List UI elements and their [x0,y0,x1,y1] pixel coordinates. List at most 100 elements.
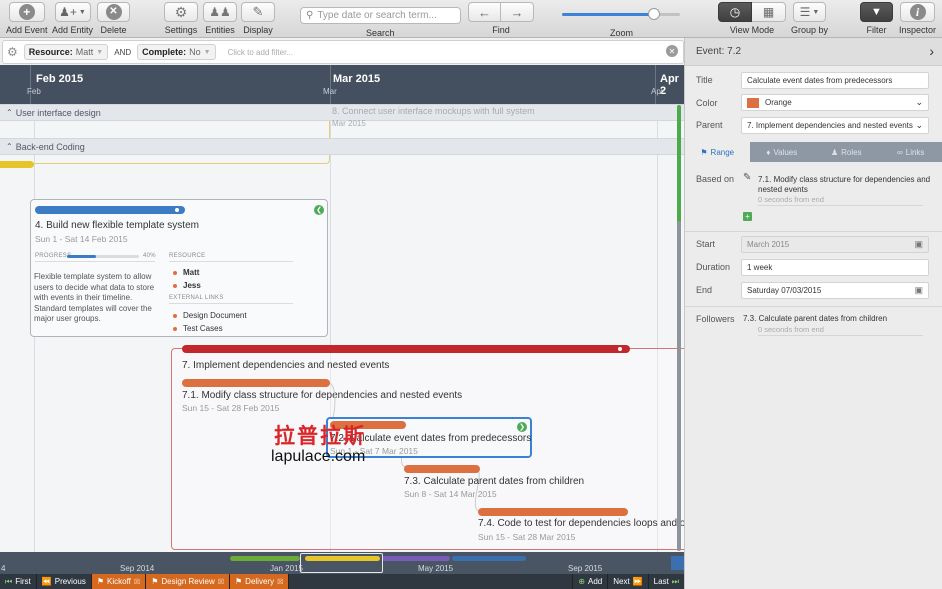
chevron-right-icon[interactable]: › [929,43,934,59]
event-73-title: 7.3. Calculate parent dates from childre… [404,476,585,487]
watermark-chinese: 拉普拉斯 [274,423,366,448]
minimap-segment [382,556,450,561]
next-button[interactable]: Next ⏩ [608,574,649,589]
filter-button[interactable]: ▼ Filter [860,2,893,35]
add-dependency-icon[interactable]: + [743,212,752,221]
info-icon: i [909,4,926,20]
people-icon: ♟ [830,147,839,157]
clock-icon: ◷ [729,5,741,19]
zoom-fill [562,13,655,16]
plus-icon: + [18,4,35,20]
close-icon[interactable]: ☒ [218,578,224,586]
tab-roles[interactable]: ♟ Roles [814,142,879,162]
add-marker-button[interactable]: ⊕ Add [572,574,609,589]
search-icon: ⚲ [306,10,314,21]
add-person-icon: ♟+ [59,5,77,19]
grid-icon: ▦ [762,5,775,19]
link-icon: ∞ [897,147,903,157]
chevron-down-icon: ▼ [812,8,820,16]
marker-design-review[interactable]: ⚑ Design Review ☒ [146,574,230,589]
parent-select[interactable]: 7. Implement dependencies and nested eve… [741,117,929,134]
toolbar: + Add Event ♟+ ▼ Add Entity ✕ Delete ⚙ Se… [0,0,942,38]
overview-minimap[interactable]: 4 Sep 2014 Jan 2015 May 2015 Sep 2015 [0,552,684,574]
edit-icon[interactable]: ✎ [743,172,751,183]
settings-button[interactable]: ⚙ Settings [164,2,198,35]
clear-filter-icon[interactable]: ✕ [666,45,678,57]
minimap-segment [452,556,526,561]
close-icon[interactable]: ☒ [277,578,283,586]
duration-field[interactable]: 1 week [741,259,929,276]
first-button[interactable]: ⏮ First [0,574,37,589]
tab-links[interactable]: ∞ Links [879,142,942,162]
last-button[interactable]: Last ⏭ [649,574,684,589]
add-event-button[interactable]: + Add Event [6,2,48,35]
tab-values[interactable]: ♦ Values [750,142,815,162]
first-icon: ⏮ [5,576,13,586]
people-icon: ♟♟ [209,5,231,19]
event-73-date: Sun 8 - Sat 14 Mar 2015 [404,489,497,499]
funnel-icon: ▼ [871,6,882,18]
next-icon: ⏩ [632,577,643,586]
title-field[interactable]: Calculate event dates from predecessors [741,72,929,89]
end-field[interactable]: Saturday 07/03/2015 ▣ [741,282,929,299]
display-button[interactable]: ✎ Display [241,2,275,35]
inspector-tabs: ⚑ Range ♦ Values ♟ Roles ∞ Links [685,142,942,162]
group-by-button[interactable]: ☰ ▼ Group by [791,2,828,35]
bottom-navigation-bar: ⏮ First ⏪ Previous ⚑ Kickoff ☒ ⚑ Design Revie… [0,574,684,589]
find-control: ← → Find [468,2,534,35]
color-select[interactable]: Orange ⌄ [741,94,929,111]
inspector-header: Event: 7.2 › [685,38,942,66]
plus-icon: ⊕ [578,577,586,586]
followers-value[interactable]: 7.3. Calculate parent dates from childre… [743,314,887,323]
list-icon: ☰ [799,5,811,19]
minimap-viewport[interactable] [300,553,383,573]
search-input[interactable] [317,10,458,21]
find-previous-button[interactable]: ← [468,2,501,22]
flag-icon: ⚑ [700,147,708,157]
zoom-knob[interactable] [648,8,661,20]
flag-icon: ⚑ [96,577,105,586]
calendar-icon[interactable]: ▣ [914,239,923,250]
zoom-slider[interactable] [562,8,680,20]
watermark-url: lapulace.com [271,448,366,465]
start-field[interactable]: March 2015 ▣ [741,236,929,253]
entities-button[interactable]: ♟♟ Entities [203,2,237,35]
inspector-button[interactable]: i Inspector [899,2,936,35]
flag-icon: ⚑ [235,577,243,586]
calendar-icon[interactable]: ▣ [914,285,923,296]
event-74-bar[interactable] [478,508,628,516]
arrow-right-icon: → [510,4,524,20]
marker-kickoff[interactable]: ⚑ Kickoff ☒ [91,574,147,589]
tab-range[interactable]: ⚑ Range [685,142,750,162]
complete-check-icon[interactable]: ❯ [517,422,527,432]
search-field[interactable]: ⚲ [300,7,461,24]
chevron-down-icon: ▼ [96,48,104,56]
delete-button[interactable]: ✕ Delete [97,2,130,35]
resource-filter-chip[interactable]: Resource: Matt ▼ [23,44,109,60]
based-on-offset: 0 seconds from end [758,195,824,204]
find-next-button[interactable]: → [501,2,534,22]
complete-filter-chip[interactable]: Complete: No ▼ [137,44,216,60]
previous-icon: ⏪ [41,577,52,586]
followers-offset: 0 seconds from end [758,325,824,334]
grid-view-button[interactable]: ▦ [752,2,786,22]
marker-delivery[interactable]: ⚑ Delivery ☒ [230,574,290,589]
chevron-down-icon: ▼ [203,48,211,56]
tag-icon: ♦ [766,147,771,157]
gear-icon[interactable]: ⚙ [7,45,18,59]
filter-bar: ⚙ Resource: Matt ▼ AND Complete: No ▼ Cl… [2,40,684,64]
event-73-bar[interactable] [404,465,480,473]
inspector-panel: Event: 7.2 › Title Calculate event dates… [684,38,942,589]
gear-icon: ⚙ [174,3,188,20]
event-74-date: Sun 15 - Sat 28 Mar 2015 [478,532,576,542]
add-entity-button[interactable]: ♟+ ▼ Add Entity [52,2,93,35]
brush-icon: ✎ [252,4,264,19]
vertical-scrollbar[interactable] [677,221,681,551]
timeline-canvas[interactable]: Feb 2015 Feb Mar 2015 Mar Apr 2 Apr ⌃ Us… [0,65,684,552]
minimap-edge [671,556,684,570]
timeline-view-button[interactable]: ◷ [718,2,752,22]
flag-icon: ⚑ [151,577,159,586]
close-icon[interactable]: ☒ [134,578,140,586]
add-filter-input[interactable]: Click to add filter... [228,48,293,57]
previous-button[interactable]: ⏪ Previous [37,574,92,589]
